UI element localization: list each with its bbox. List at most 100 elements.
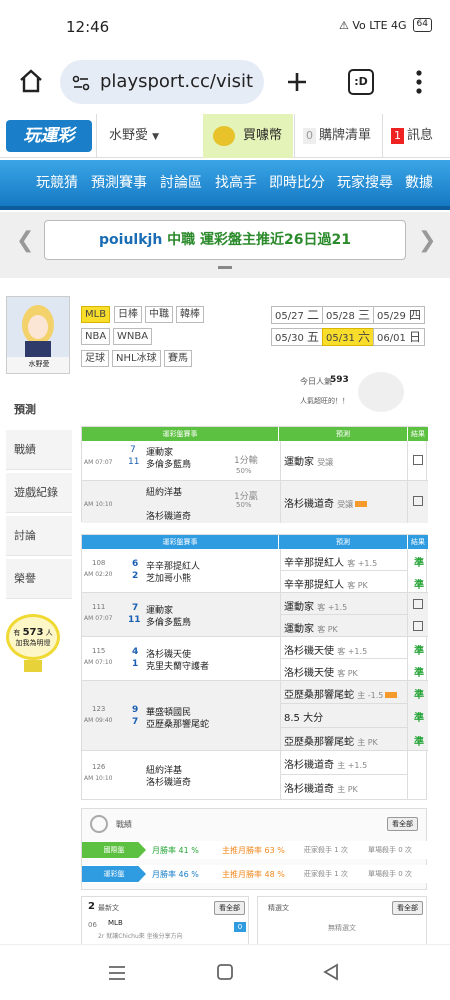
- prediction-cell: 洛杉磯道奇 主 PK: [280, 775, 408, 799]
- league-tab-nba[interactable]: NBA: [81, 328, 111, 345]
- message-button[interactable]: 1 訊息: [382, 114, 450, 158]
- announcement-box[interactable]: poiulkjh 中職 運彩盤主推近26日過21: [44, 220, 406, 260]
- featured-posts-more-button[interactable]: 看全部: [392, 901, 423, 915]
- game-number: 123: [92, 705, 106, 713]
- sidebar-item-honors[interactable]: 榮譽: [6, 559, 72, 599]
- cart-label: 購牌清單: [319, 128, 372, 143]
- league-tab-nhl[interactable]: NHL冰球: [112, 350, 161, 367]
- date-tab[interactable]: 06/01 日: [373, 328, 426, 346]
- nav-item-predict[interactable]: 預測賽事: [91, 160, 147, 206]
- recent-apps-icon[interactable]: [108, 965, 126, 981]
- game-time: AM 10:10: [84, 501, 113, 508]
- home-icon[interactable]: [18, 68, 44, 94]
- result-icon[interactable]: [413, 496, 423, 506]
- browser-toolbar: playsport.cc/visit :D: [0, 52, 450, 112]
- popularity-value: 593: [330, 375, 349, 385]
- announcement-text: 中職 運彩盤主推近26日過21: [162, 232, 351, 248]
- back-icon[interactable]: [322, 963, 340, 981]
- record-more-button[interactable]: 看全部: [387, 817, 418, 831]
- date-tab[interactable]: 05/30 五: [271, 328, 324, 346]
- home-team: 亞歷桑那響尾蛇: [146, 720, 210, 730]
- nav-item-guess[interactable]: 玩競猜: [36, 160, 78, 206]
- follower-prefix: 有: [13, 629, 21, 637]
- sidebar-item-record[interactable]: 戰績: [6, 430, 72, 470]
- result-correct: 準: [414, 690, 424, 701]
- chevron-left-icon[interactable]: ❮: [16, 228, 34, 253]
- new-tab-icon[interactable]: [285, 70, 309, 94]
- result-icon[interactable]: [413, 621, 423, 631]
- date-tab-weekday: 日: [409, 330, 422, 344]
- latest-posts-count: 2: [88, 901, 95, 912]
- hot-badge: [355, 501, 368, 507]
- intl-table: 運彩盤賽事 預測 結果 AM 07:07 7 運動家 11 多倫多藍鳥 1分輸 …: [81, 426, 428, 523]
- game-number: 126: [92, 763, 106, 771]
- follower-badge[interactable]: 有 573 人 加我為明燈: [6, 614, 60, 660]
- record-title: 戰績: [116, 820, 132, 829]
- sidebar-item-discussion[interactable]: 討論: [6, 516, 72, 556]
- nav-item-player-search[interactable]: 玩家搜尋: [337, 160, 393, 206]
- result-correct: 準: [414, 646, 424, 657]
- date-tab[interactable]: 05/29 四: [373, 306, 426, 324]
- league-tab-kbo[interactable]: 韓棒: [176, 306, 204, 323]
- game-number: 108: [92, 559, 106, 567]
- away-score: 6: [132, 559, 139, 569]
- date-tab[interactable]: 05/28 三: [322, 306, 375, 324]
- user-menu[interactable]: 水野愛 ▼: [96, 114, 200, 158]
- prediction-tag: 主 -1.5: [357, 691, 384, 700]
- prediction-cell: 洛杉磯道奇 主 +1.5: [280, 751, 408, 775]
- result-icon[interactable]: [413, 455, 423, 465]
- prediction-cell: 亞歷桑那響尾蛇 主 PK: [280, 728, 408, 751]
- date-tab[interactable]: 05/27 二: [271, 306, 324, 324]
- league-tab-wnba[interactable]: WNBA: [113, 328, 153, 345]
- nav-item-data[interactable]: 數據: [405, 160, 433, 206]
- mascot-image: [358, 372, 404, 412]
- follower-count: 573: [22, 627, 44, 638]
- prediction-tag: 客 +1.5: [337, 647, 368, 656]
- avatar[interactable]: 水野愛: [6, 296, 70, 374]
- date-tab-selected[interactable]: 05/31 六: [322, 328, 375, 346]
- lottery-header-predict: 預測: [279, 535, 407, 549]
- avatar-name: 水野愛: [28, 360, 50, 368]
- table-row: 115 AM 07:10 4 洛杉磯天使 1 克里夫蘭守護者 洛杉磯天使 客 +…: [82, 637, 428, 681]
- prediction-team: 辛辛那提紅人: [284, 558, 344, 569]
- chevron-right-icon[interactable]: ❯: [418, 228, 436, 253]
- battery-icon: 64: [412, 18, 432, 32]
- status-bar: 12:46 ⚠ Vo LTE 4G 64: [0, 0, 450, 52]
- nav-item-live-score[interactable]: 即時比分: [269, 160, 325, 206]
- site-settings-icon[interactable]: [72, 74, 90, 92]
- league-tab-soccer[interactable]: 足球: [81, 350, 109, 367]
- league-tab-npb[interactable]: 日棒: [114, 306, 142, 323]
- date-tab-weekday: 四: [409, 308, 422, 322]
- game-time: AM 07:10: [84, 659, 113, 666]
- buy-coin-label: 買噱幣: [243, 128, 283, 143]
- away-score: 7: [132, 603, 139, 613]
- nav-item-forum[interactable]: 討論區: [160, 160, 202, 206]
- league-tab-horse[interactable]: 賽馬: [164, 350, 192, 367]
- avatar-image: [7, 297, 69, 357]
- post-title[interactable]: 2r 就讓Chichu來 坐後分享方向: [98, 931, 183, 940]
- home-button-icon[interactable]: [216, 963, 234, 981]
- latest-posts-more-button[interactable]: 看全部: [214, 901, 245, 915]
- sidebar-item-game-log[interactable]: 遊戲紀錄: [6, 473, 72, 513]
- home-team: 芝加哥小熊: [146, 574, 192, 584]
- league-tab-mlb[interactable]: MLB: [81, 306, 111, 323]
- tab-switcher-button[interactable]: :D: [348, 69, 374, 95]
- nav-item-experts[interactable]: 找高手: [215, 160, 257, 206]
- league-tab-cpbl[interactable]: 中職: [145, 306, 173, 323]
- result-correct: 準: [414, 668, 424, 679]
- cart-button[interactable]: 0 購牌清單: [294, 114, 382, 158]
- featured-posts-title: 精選文: [268, 904, 289, 912]
- odds-pct: 50%: [236, 501, 252, 509]
- prediction-cell: 運動家 受讓: [280, 441, 408, 481]
- site-logo[interactable]: 玩運彩: [6, 120, 92, 152]
- url-text[interactable]: playsport.cc/visit: [100, 71, 260, 92]
- intl-header-games: 運彩盤賽事: [82, 427, 278, 441]
- result-correct: 準: [414, 737, 424, 748]
- prediction-team: 亞歷桑那響尾蛇: [284, 737, 354, 748]
- home-team: 洛杉磯道奇: [146, 512, 192, 522]
- sidebar-item-predict[interactable]: 預測: [6, 390, 72, 430]
- menu-icon[interactable]: [412, 68, 426, 96]
- result-icon[interactable]: [413, 599, 423, 609]
- site-header: 玩運彩 水野愛 ▼ 買噱幣 0 購牌清單 1 訊息: [0, 114, 450, 158]
- home-score: 7: [132, 717, 139, 727]
